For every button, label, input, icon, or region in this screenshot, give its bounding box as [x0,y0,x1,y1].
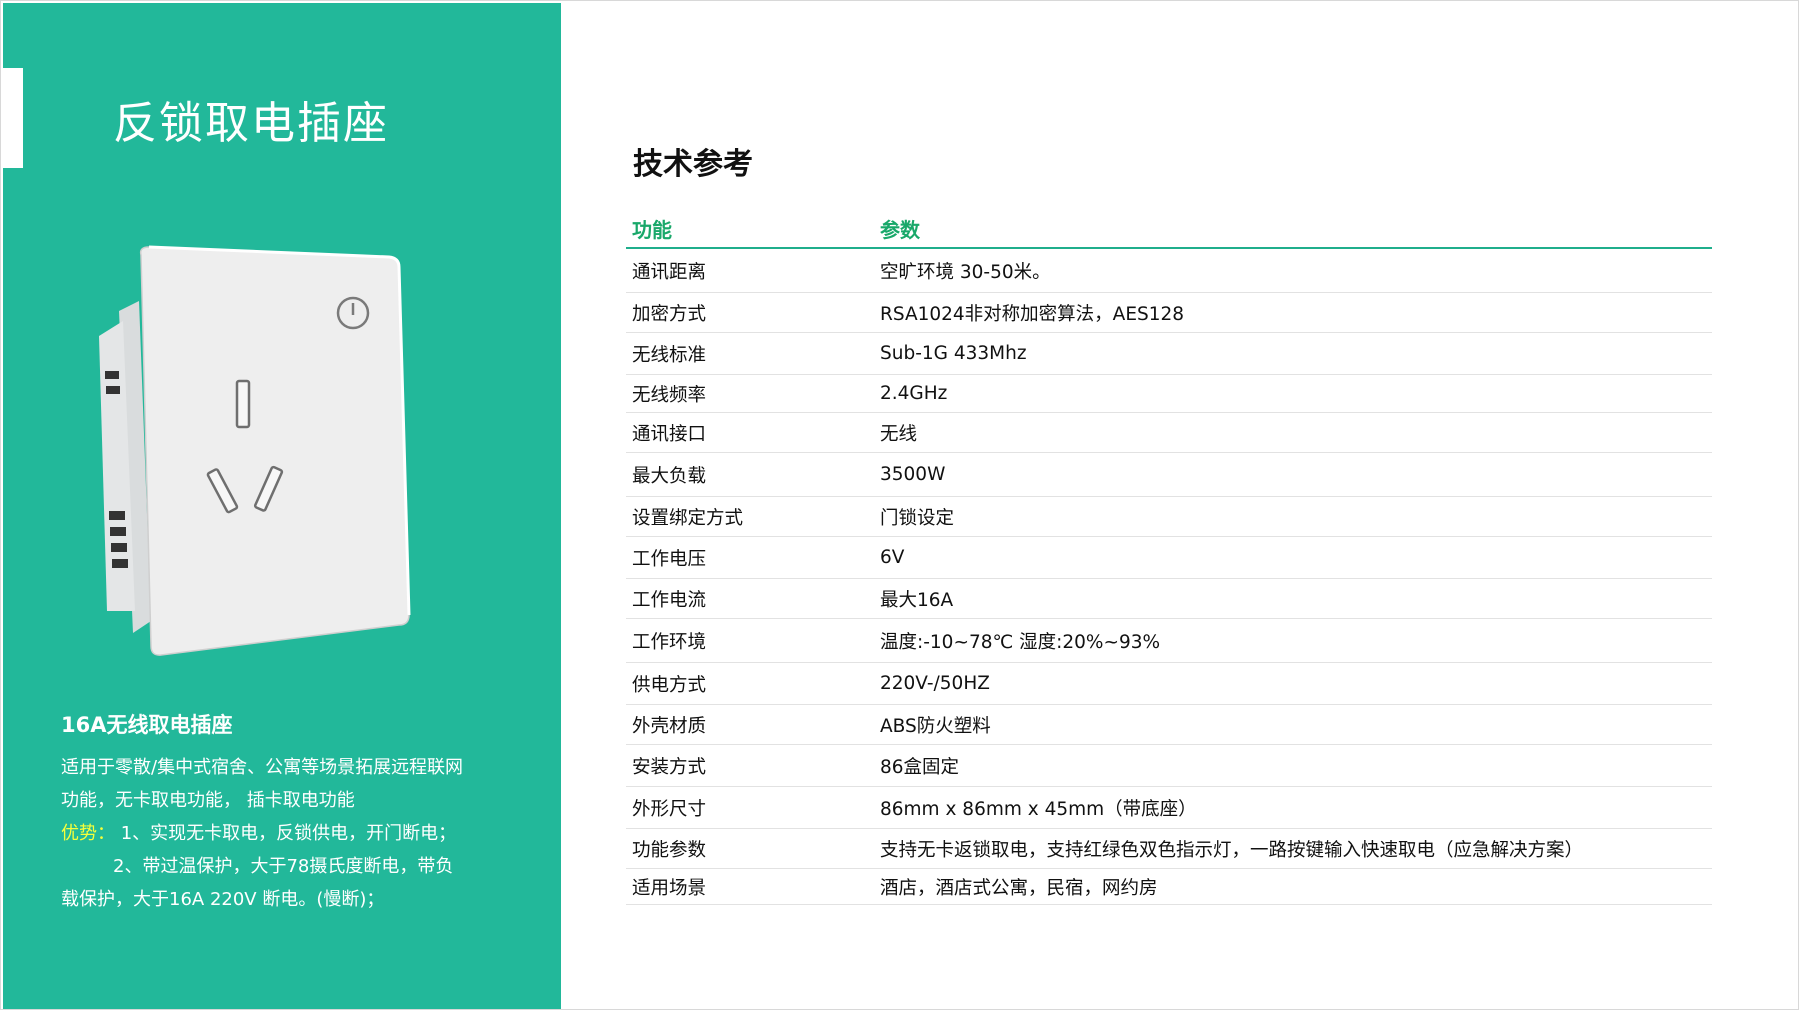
spec-function-cell: 工作电流 [632,589,707,611]
table-row: 外壳材质 ABS防火塑料 [626,705,1712,745]
spec-table: 功能 参数 通讯距离 空旷环境 30-50米。加密方式 RSA1024非对称加密算法… [626,211,1712,905]
spec-function-cell: 供电方式 [632,674,707,696]
header-function: 功能 [632,218,672,242]
table-row: 工作电流 最大16A [626,579,1712,619]
spec-function-cell: 工作环境 [632,631,707,653]
spec-function-cell: 通讯距离 [632,261,707,283]
spec-function-cell: 无线频率 [632,384,707,406]
spec-param-cell: 86盒固定 [880,756,960,778]
spec-param-cell: 无线 [880,423,918,445]
spec-function-cell: 通讯接口 [632,423,707,445]
advantage-line: 载保护，大于16A 220V 断电。(慢断)； [61,889,385,910]
page-title: 反锁取电插座 [113,98,389,149]
spec-param-cell: RSA1024非对称加密算法，AES128 [880,303,1185,325]
table-row: 工作电压 6V [626,537,1712,579]
advantage-line: 优势： 1、实现无卡取电，反锁供电，开门断电； [61,817,501,850]
spec-table-body: 通讯距离 空旷环境 30-50米。加密方式 RSA1024非对称加密算法，AES12… [626,249,1712,905]
desc-line: 功能，无卡取电功能， 插卡取电功能 [61,790,355,811]
left-panel: 反锁取电插座 16A无线取电插座 适用于零散/集中式宿舍、公寓等场景拓展远程联网… [3,3,561,1009]
spec-function-cell: 最大负载 [632,465,707,487]
spec-function-cell: 外壳材质 [632,715,707,737]
table-row: 外形尺寸 86mm x 86mm x 45mm（带底座） [626,787,1712,829]
table-row: 供电方式 220V-/50HZ [626,663,1712,705]
spec-param-cell: 6V [880,547,905,568]
spec-param-cell: 支持无卡返锁取电，支持红绿色双色指示灯，一路按键输入快速取电（应急解决方案） [880,839,1584,861]
table-row: 通讯接口 无线 [626,413,1712,453]
spec-function-cell: 功能参数 [632,839,707,861]
spec-function-cell: 安装方式 [632,756,707,778]
product-description: 适用于零散/集中式宿舍、公寓等场景拓展远程联网 功能，无卡取电功能， 插卡取电功… [61,751,501,916]
spec-param-cell: Sub-1G 433Mhz [880,343,1027,364]
slide: 反锁取电插座 16A无线取电插座 适用于零散/集中式宿舍、公寓等场景拓展远程联网… [0,0,1799,1010]
spec-function-cell: 无线标准 [632,344,707,366]
spec-table-header: 功能 参数 [626,211,1712,249]
spec-function-cell: 工作电压 [632,548,707,570]
table-row: 工作环境 温度:-10~78℃ 湿度:20%~93% [626,619,1712,663]
desc-line: 适用于零散/集中式宿舍、公寓等场景拓展远程联网 [61,757,464,778]
table-row: 无线标准 Sub-1G 433Mhz [626,333,1712,375]
table-row: 通讯距离 空旷环境 30-50米。 [626,249,1712,293]
advantage-text: 1、实现无卡取电，反锁供电，开门断电； [115,823,457,844]
advantage-label: 优势： [61,823,115,844]
spec-param-cell: 3500W [880,464,946,485]
spec-param-cell: 220V-/50HZ [880,673,990,694]
spec-param-cell: 最大16A [880,589,954,611]
table-row: 加密方式 RSA1024非对称加密算法，AES128 [626,293,1712,333]
product-image [89,241,429,671]
spec-param-cell: 空旷环境 30-50米。 [880,261,1051,283]
product-subtitle: 16A无线取电插座 [61,713,233,737]
spec-function-cell: 加密方式 [632,303,707,325]
advantage-text: 2、带过温保护，大于78摄氏度断电，带负 [113,856,454,877]
title-accent-bar [3,68,23,168]
table-row: 适用场景 酒店，酒店式公寓，民宿，网约房 [626,869,1712,905]
spec-function-cell: 外形尺寸 [632,798,707,820]
spec-param-cell: 温度:-10~78℃ 湿度:20%~93% [880,631,1161,653]
spec-function-cell: 适用场景 [632,877,707,899]
spec-function-cell: 设置绑定方式 [632,507,744,529]
header-param: 参数 [880,218,920,242]
table-row: 设置绑定方式 门锁设定 [626,497,1712,537]
socket-illustration [99,245,411,656]
spec-param-cell: 门锁设定 [880,507,955,529]
table-row: 最大负载 3500W [626,453,1712,497]
spec-param-cell: ABS防火塑料 [880,715,991,737]
table-row: 无线频率 2.4GHz [626,375,1712,413]
table-row: 功能参数 支持无卡返锁取电，支持红绿色双色指示灯，一路按键输入快速取电（应急解决方… [626,829,1712,869]
spec-param-cell: 2.4GHz [880,383,948,404]
tech-title: 技术参考 [633,147,753,182]
advantage-line: 2、带过温保护，大于78摄氏度断电，带负 [61,850,501,883]
table-row: 安装方式 86盒固定 [626,745,1712,787]
spec-param-cell: 86mm x 86mm x 45mm（带底座） [880,798,1197,820]
spec-param-cell: 酒店，酒店式公寓，民宿，网约房 [880,877,1158,899]
